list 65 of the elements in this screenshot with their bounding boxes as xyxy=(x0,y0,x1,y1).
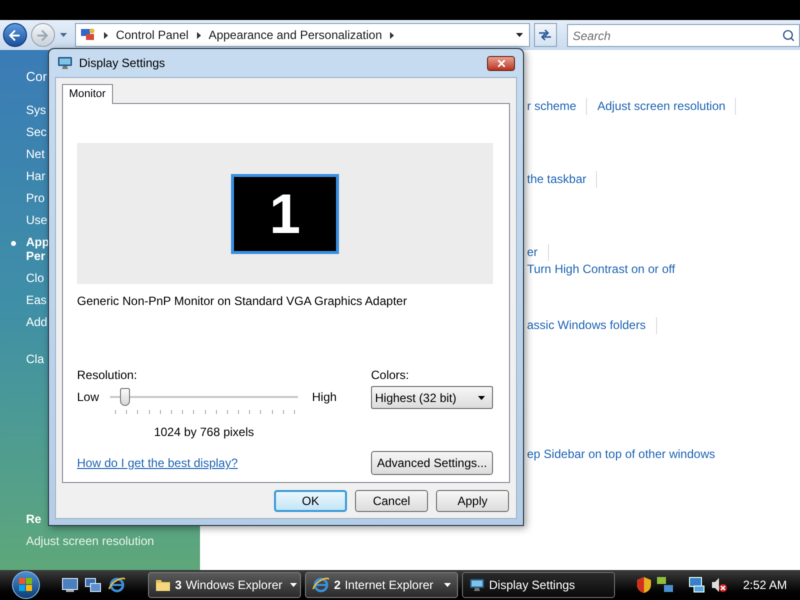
address-field[interactable]: Control Panel Appearance and Personalization xyxy=(74,23,530,47)
taskbar-button[interactable]: Display Settings xyxy=(462,572,615,598)
help-link[interactable]: How do I get the best display? xyxy=(77,454,238,472)
low-label: Low xyxy=(77,389,100,406)
task-link[interactable]: er xyxy=(527,244,549,261)
shield-icon[interactable] xyxy=(637,577,651,593)
search-field[interactable]: Search xyxy=(566,24,800,47)
adapter-name: Generic Non-PnP Monitor on Standard VGA Graphics Adapter xyxy=(77,293,408,309)
high-label: High xyxy=(312,389,337,406)
chevron-icon xyxy=(196,32,201,38)
monitor-tile[interactable]: 1 xyxy=(231,174,339,254)
caret-icon xyxy=(516,33,523,37)
network-icon[interactable] xyxy=(657,577,673,593)
search-icon xyxy=(782,28,795,42)
start-button[interactable] xyxy=(12,571,40,599)
colors-dropdown[interactable]: Highest (32 bit) xyxy=(371,386,493,409)
sidebar-item[interactable]: App Per xyxy=(26,231,200,267)
colors-label: Colors: xyxy=(371,367,410,383)
folder-icon xyxy=(155,577,171,593)
dialog-button[interactable]: Cancel xyxy=(355,490,428,512)
breadcrumb[interactable]: Appearance and Personalization xyxy=(208,26,382,44)
slider-thumb[interactable] xyxy=(120,388,130,406)
caret-icon xyxy=(478,396,485,400)
monitor-icon xyxy=(57,55,73,71)
control-panel-icon xyxy=(80,27,96,43)
browser-icon xyxy=(312,577,330,593)
tab[interactable]: Monitor xyxy=(62,84,113,104)
taskbar-button[interactable]: 3 Windows Explorer xyxy=(148,572,301,598)
close-button[interactable] xyxy=(487,56,515,70)
task-link[interactable]: Turn High Contrast on or off xyxy=(527,261,676,278)
show-desktop-icon[interactable] xyxy=(62,578,78,592)
forward-arrow-icon xyxy=(35,28,50,42)
task-link[interactable]: ep Sidebar on top of other windows xyxy=(527,446,716,463)
caret-icon xyxy=(60,33,68,37)
refresh-button[interactable] xyxy=(534,23,557,47)
resolution-reading: 1024 by 768 pixels xyxy=(154,425,254,439)
clock[interactable]: 2:52 AM xyxy=(743,576,788,594)
dialog-button[interactable]: OK xyxy=(274,490,347,512)
caret-icon xyxy=(444,583,451,587)
muted-speaker-icon[interactable] xyxy=(711,577,727,593)
task-link[interactable]: the taskbar xyxy=(527,171,598,188)
dialog-button[interactable]: Apply xyxy=(436,490,509,512)
switch-windows-icon[interactable] xyxy=(85,578,101,592)
resolution-slider[interactable] xyxy=(110,387,298,407)
close-icon xyxy=(496,58,506,68)
breadcrumb[interactable]: Control Panel xyxy=(116,26,189,44)
see-also-heading: Re xyxy=(26,511,42,527)
dialog-title: Display Settings xyxy=(79,55,166,72)
browser-icon xyxy=(108,577,126,593)
task-link[interactable]: Adjust screen resolution xyxy=(597,98,736,115)
monitor-icon xyxy=(469,577,485,593)
taskbar-button[interactable]: 2 Internet Explorer xyxy=(305,572,458,598)
chevron-icon xyxy=(104,32,108,38)
caret-icon xyxy=(290,583,298,587)
bullet-icon xyxy=(11,241,16,246)
refresh-icon xyxy=(538,29,552,41)
task-link[interactable]: r scheme xyxy=(527,98,588,115)
chevron-icon xyxy=(390,32,394,38)
resolution-label: Resolution: xyxy=(77,367,138,383)
advanced-settings-button[interactable]: Advanced Settings... xyxy=(371,451,493,475)
computer-icon[interactable] xyxy=(689,577,705,593)
monitor-number: 1 xyxy=(269,186,301,242)
task-link[interactable]: assic Windows folders xyxy=(527,317,657,334)
windows-logo-icon xyxy=(19,578,33,592)
back-button[interactable] xyxy=(3,23,27,47)
